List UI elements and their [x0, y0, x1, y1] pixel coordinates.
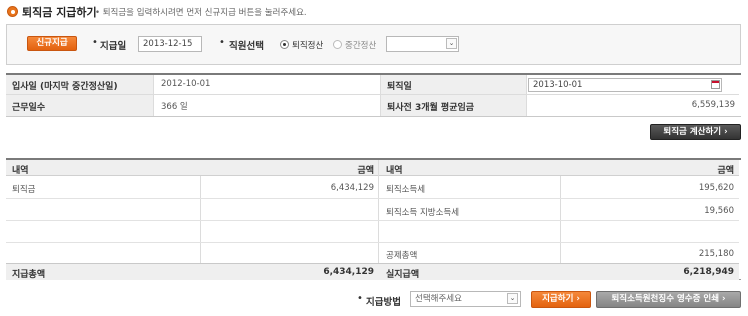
- retire-date-input[interactable]: 2013-10-01: [528, 78, 722, 92]
- chevron-right-icon: ›: [722, 294, 726, 304]
- right-row-amount: 195,620: [698, 183, 734, 193]
- right-row-amount: 19,560: [704, 206, 734, 216]
- print-receipt-button-label: 퇴직소득원천징수 영수증 인쇄: [611, 294, 720, 304]
- left-header-amount: 금액: [357, 166, 374, 176]
- pay-method-label: 지급방법: [366, 297, 401, 308]
- pay-date-input[interactable]: 2013-12-15: [138, 36, 202, 52]
- join-date-label: 입사일 (마지막 중간정산일): [6, 75, 153, 95]
- row-divider: [6, 220, 739, 221]
- chevron-down-icon: ⌄: [446, 38, 457, 49]
- right-row-amount: 215,180: [698, 249, 734, 259]
- left-row-amount: 6,434,129: [330, 183, 374, 193]
- employee-select-label: 직원선택: [229, 41, 264, 52]
- right-row-item: 퇴직소득 지방소득세: [386, 208, 460, 218]
- left-total-label: 지급총액: [12, 270, 46, 280]
- pay-button[interactable]: 지급하기 ›: [531, 291, 591, 308]
- pay-button-label: 지급하기: [542, 294, 574, 304]
- radio-interim[interactable]: [333, 40, 342, 49]
- chevron-right-icon: ›: [576, 294, 580, 304]
- radio-retirement-label: 퇴직정산: [292, 41, 324, 51]
- bullet-icon: •: [92, 37, 98, 48]
- right-header-amount: 금액: [717, 166, 734, 176]
- left-total-value: 6,434,129: [323, 267, 374, 277]
- detail-table: 내역 금액 내역 금액 퇴직금 6,434,129 퇴직소득세 195,620 …: [6, 158, 741, 280]
- left-header-item: 내역: [12, 166, 29, 176]
- radio-interim-label: 중간정산: [345, 41, 377, 51]
- page-title: 퇴직금 지급하기: [22, 6, 97, 19]
- avg-wage-label: 퇴사전 3개월 평균임금: [380, 95, 526, 116]
- left-row-item: 퇴직금: [12, 185, 36, 195]
- calendar-icon[interactable]: [711, 80, 720, 89]
- calculate-button[interactable]: 퇴직금 계산하기 ›: [650, 124, 741, 140]
- row-divider: [6, 198, 739, 199]
- right-header-item: 내역: [386, 166, 403, 176]
- avg-wage-value: 6,559,139: [526, 95, 739, 116]
- page-description: • 퇴직금을 입력하시려면 먼저 신규지급 버튼을 눌러주세요.: [95, 8, 307, 18]
- right-row-item: 퇴직소득세: [386, 185, 426, 195]
- bullet-icon: •: [357, 293, 363, 304]
- pay-date-label: 지급일: [100, 41, 127, 52]
- info-table: 입사일 (마지막 중간정산일) 2012-10-01 퇴직일 2013-10-0…: [6, 73, 741, 117]
- radio-retirement[interactable]: [280, 40, 289, 49]
- section-icon: [7, 6, 18, 17]
- right-total-label: 실지급액: [386, 270, 420, 280]
- bullet-icon: •: [219, 37, 225, 48]
- pay-method-dropdown[interactable]: 선택해주세요: [410, 291, 521, 307]
- right-total-value: 6,218,949: [683, 267, 734, 277]
- service-days-value: 366 일: [153, 95, 380, 116]
- new-payment-button[interactable]: 신규지급: [27, 36, 77, 51]
- row-divider: [6, 242, 739, 243]
- calculate-button-label: 퇴직금 계산하기: [663, 127, 722, 137]
- chevron-right-icon: ›: [724, 127, 728, 137]
- join-date-value: 2012-10-01: [153, 75, 380, 95]
- retire-date-label: 퇴직일: [380, 75, 526, 95]
- chevron-down-icon: ⌄: [507, 293, 518, 304]
- print-receipt-button[interactable]: 퇴직소득원천징수 영수증 인쇄 ›: [596, 291, 741, 308]
- right-row-item: 공제총액: [386, 251, 418, 261]
- service-days-label: 근무일수: [6, 95, 153, 116]
